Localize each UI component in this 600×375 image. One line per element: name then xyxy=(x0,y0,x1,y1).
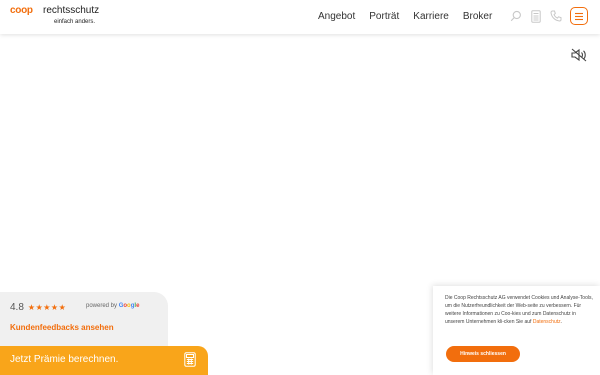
cookie-message: Die Coop Rechtsschutz AG verwendet Cooki… xyxy=(445,295,593,325)
privacy-link[interactable]: Datenschutz xyxy=(533,319,561,325)
nav-item-portraet[interactable]: Porträt xyxy=(369,11,399,22)
cookie-suffix: . xyxy=(560,319,563,325)
coop-rechtsschutz-logo[interactable]: coop rechtsschutz einfach anders. xyxy=(10,5,110,29)
header-icons xyxy=(509,9,563,23)
google-letter: e xyxy=(136,303,140,309)
calculate-premium-button[interactable]: Jetzt Prämie berechnen. xyxy=(0,346,208,375)
phone-icon[interactable] xyxy=(549,9,563,23)
powered-by-label: powered by xyxy=(86,303,118,309)
calculator-icon[interactable] xyxy=(529,9,543,23)
main-nav: Angebot Porträt Karriere Broker xyxy=(318,11,492,22)
cookie-banner: Die Coop Rechtsschutz AG verwendet Cooki… xyxy=(433,286,600,375)
google-rating-panel: 4.8 ★★★★★ powered by Google Kundenfeedba… xyxy=(0,292,168,354)
nav-item-broker[interactable]: Broker xyxy=(463,11,492,22)
menu-icon[interactable] xyxy=(570,7,588,25)
close-notice-button[interactable]: Hinweis schliessen xyxy=(446,346,520,362)
cookie-text: Die Coop Rechtsschutz AG verwendet Cooki… xyxy=(445,294,593,326)
calculate-premium-label: Jetzt Prämie berechnen. xyxy=(10,354,119,365)
rating-score: 4.8 xyxy=(10,302,24,313)
powered-by-google: powered by Google xyxy=(86,303,139,309)
nav-item-karriere[interactable]: Karriere xyxy=(413,11,449,22)
nav-item-angebot[interactable]: Angebot xyxy=(318,11,355,22)
logo-name: rechtsschutz xyxy=(43,5,100,16)
rating-row: 4.8 ★★★★★ xyxy=(10,302,66,313)
site-header: coop rechtsschutz einfach anders. Angebo… xyxy=(0,0,600,34)
logo-brand: coop xyxy=(10,5,33,16)
customer-feedback-link[interactable]: Kundenfeedbacks ansehen xyxy=(10,323,114,332)
rating-stars: ★★★★★ xyxy=(27,303,67,312)
search-icon[interactable] xyxy=(509,9,523,23)
logo-tagline: einfach anders. xyxy=(54,19,96,25)
speaker-muted-icon[interactable] xyxy=(571,48,587,62)
calculator-icon xyxy=(184,352,196,367)
